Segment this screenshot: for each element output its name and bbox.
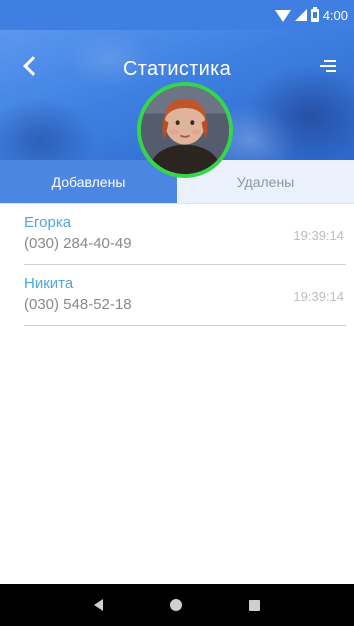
contact-name: Егорка: [24, 214, 72, 231]
contact-phone: (030) 284-40-49: [24, 235, 132, 252]
menu-icon[interactable]: [320, 58, 336, 74]
contact-phone: (030) 548-52-18: [24, 296, 132, 313]
avatar[interactable]: [137, 82, 233, 178]
contact-time: 19:39:14: [293, 289, 344, 304]
nav-home-icon[interactable]: [169, 599, 182, 611]
contact-list: Егорка (030) 284-40-49 19:39:14 Никита (…: [0, 204, 354, 326]
status-time: 4:00: [322, 7, 348, 23]
contact-name: Никита: [24, 275, 74, 292]
page-title: Статистика: [122, 58, 232, 80]
cell-signal-icon: [294, 9, 307, 21]
tab-added[interactable]: Добавлены: [0, 160, 177, 203]
wifi-icon: [274, 10, 291, 22]
list-item[interactable]: Никита (030) 548-52-18 19:39:14: [24, 265, 346, 326]
avatar-photo: [141, 86, 229, 174]
status-bar: 4:00: [0, 0, 354, 30]
battery-icon: [310, 6, 319, 22]
nav-recents-icon[interactable]: [249, 599, 261, 611]
system-nav-bar: [0, 584, 354, 626]
contact-time: 19:39:14: [293, 228, 344, 243]
nav-back-icon[interactable]: [93, 599, 103, 611]
list-item[interactable]: Егорка (030) 284-40-49 19:39:14: [24, 204, 346, 265]
